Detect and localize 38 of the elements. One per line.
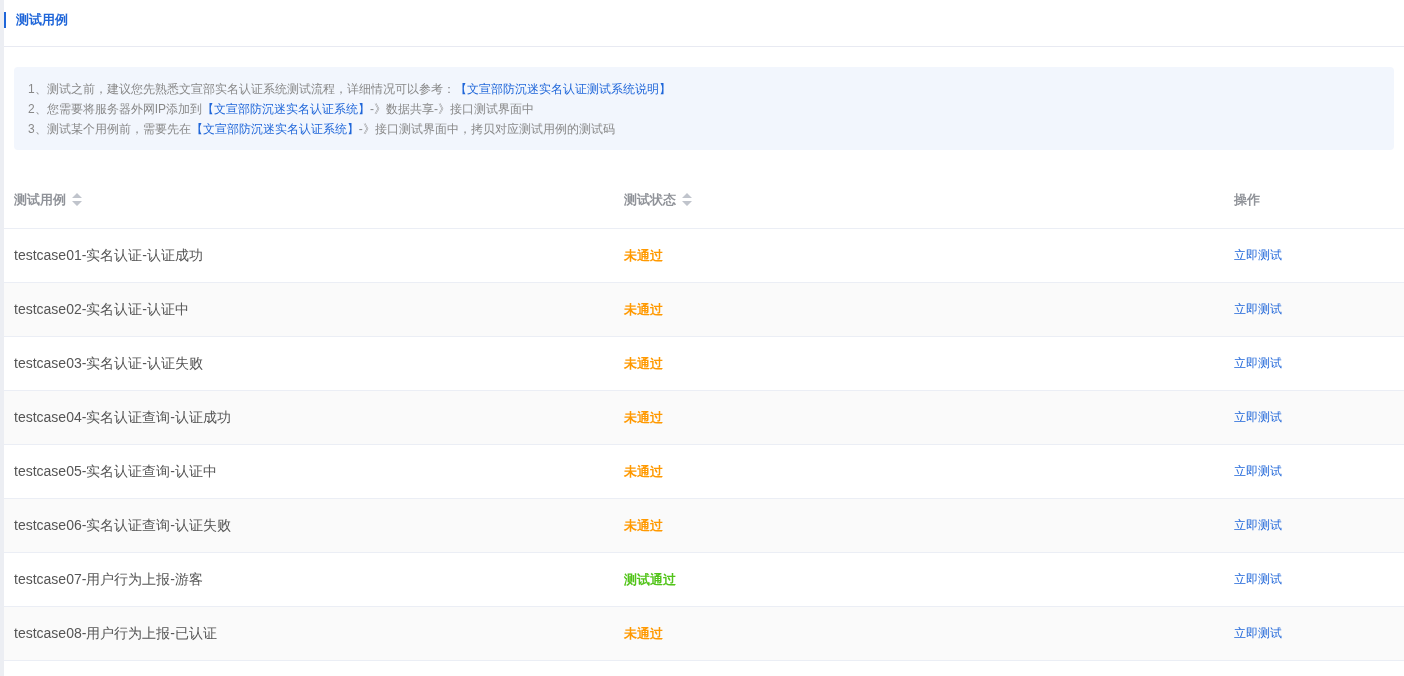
status-text: 未通过 <box>624 354 663 373</box>
testcase-name: testcase02-实名认证-认证中 <box>14 300 190 319</box>
column-header: 测试状态 <box>624 190 676 209</box>
test-now-link[interactable]: 立即测试 <box>1234 247 1282 264</box>
test-now-link[interactable]: 立即测试 <box>1234 571 1282 588</box>
status-text: 测试通过 <box>624 570 676 589</box>
notice-text: -》接口测试界面中，拷贝对应测试用例的测试码 <box>358 122 615 136</box>
test-now-link[interactable]: 立即测试 <box>1234 625 1282 642</box>
notice-text: 3、测试某个用例前，需要先在 <box>28 122 191 136</box>
testcase-name: testcase04-实名认证查询-认证成功 <box>14 408 232 427</box>
status-text: 未通过 <box>624 300 663 319</box>
testcase-name: testcase08-用户行为上报-已认证 <box>14 624 218 643</box>
sort-icon[interactable] <box>682 193 692 206</box>
testcase-name: testcase05-实名认证查询-认证中 <box>14 462 218 481</box>
notice-link[interactable]: 【文宣部防沉迷实名认证系统】 <box>190 122 359 136</box>
notice-text: -》数据共享-》接口测试界面中 <box>370 102 534 116</box>
status-text: 未通过 <box>624 408 663 427</box>
notice-link[interactable]: 【文宣部防沉迷实名认证测试系统说明】 <box>454 82 671 96</box>
testcase-name: testcase03-实名认证-认证失败 <box>14 354 204 373</box>
testcase-name: testcase01-实名认证-认证成功 <box>14 246 204 265</box>
test-now-link[interactable]: 立即测试 <box>1234 517 1282 534</box>
test-now-link[interactable]: 立即测试 <box>1234 301 1282 318</box>
test-now-link[interactable]: 立即测试 <box>1234 409 1282 426</box>
status-text: 未通过 <box>624 516 663 535</box>
test-now-link[interactable]: 立即测试 <box>1234 463 1282 480</box>
status-text: 未通过 <box>624 246 663 265</box>
test-now-link[interactable]: 立即测试 <box>1234 355 1282 372</box>
sort-icon[interactable] <box>72 193 82 206</box>
column-header: 操作 <box>1234 190 1260 209</box>
section-title: 测试用例 <box>4 12 68 28</box>
testcase-name: testcase07-用户行为上报-游客 <box>14 570 204 589</box>
status-text: 未通过 <box>624 624 663 643</box>
notice-link[interactable]: 【文宣部防沉迷实名认证系统】 <box>202 102 370 116</box>
notice-text: 2、您需要将服务器外网IP添加到 <box>28 102 202 116</box>
testcase-name: testcase06-实名认证查询-认证失败 <box>14 516 232 535</box>
notice-text: 1、测试之前，建议您先熟悉文宣部实名认证系统测试流程，详细情况可以参考： <box>28 82 455 96</box>
status-text: 未通过 <box>624 462 663 481</box>
column-header: 测试用例 <box>14 190 66 209</box>
